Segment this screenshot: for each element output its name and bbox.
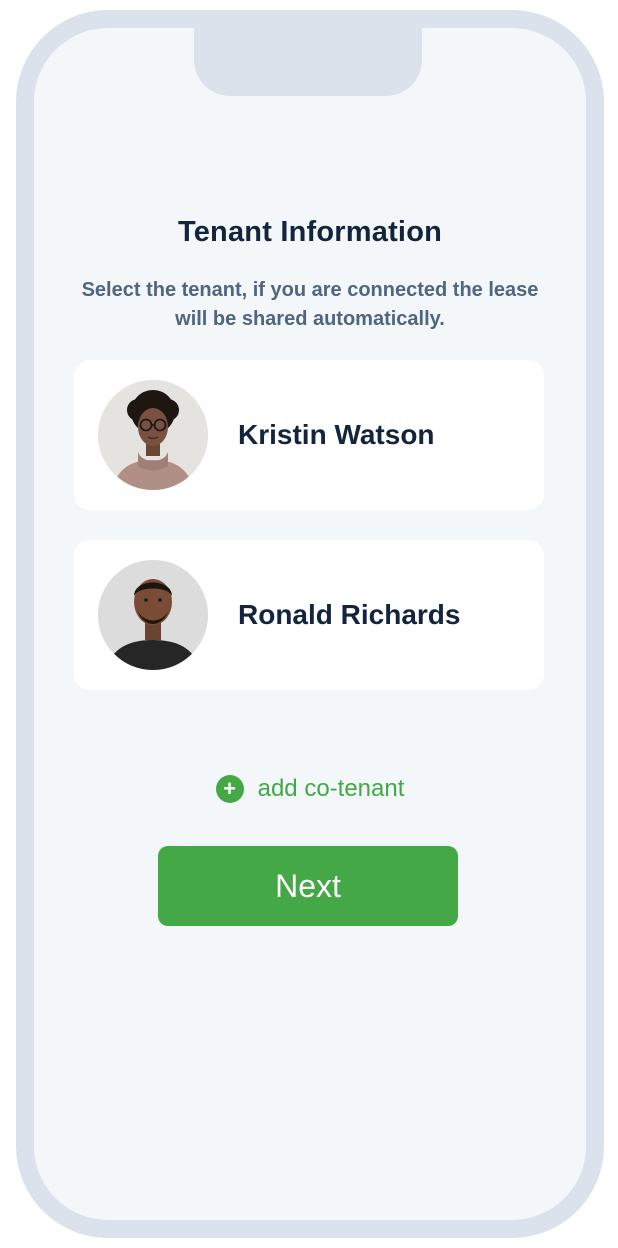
phone-notch bbox=[194, 28, 422, 96]
tenant-name: Kristin Watson bbox=[238, 419, 435, 450]
page-subtitle: Select the tenant, if you are connected … bbox=[81, 279, 539, 330]
avatar bbox=[98, 380, 208, 490]
phone-frame: Tenant Information Select the tenant, if… bbox=[16, 10, 604, 1238]
add-co-tenant-label: add co-tenant bbox=[257, 775, 405, 802]
add-co-tenant-link[interactable]: + add co-tenant bbox=[34, 772, 586, 806]
page-title: Tenant Information bbox=[177, 216, 443, 248]
next-button[interactable]: Next bbox=[158, 846, 458, 926]
tenant-name: Ronald Richards bbox=[238, 599, 461, 630]
tenant-card-ronald-richards[interactable]: Ronald Richards bbox=[74, 540, 544, 690]
woman-avatar-photo bbox=[98, 380, 208, 490]
avatar bbox=[98, 560, 208, 670]
tenant-card-kristin-watson[interactable]: Kristin Watson bbox=[74, 360, 544, 510]
plus-icon: + bbox=[215, 775, 244, 803]
man-avatar-photo bbox=[98, 560, 208, 670]
screen: Tenant Information Select the tenant, if… bbox=[34, 28, 586, 1220]
